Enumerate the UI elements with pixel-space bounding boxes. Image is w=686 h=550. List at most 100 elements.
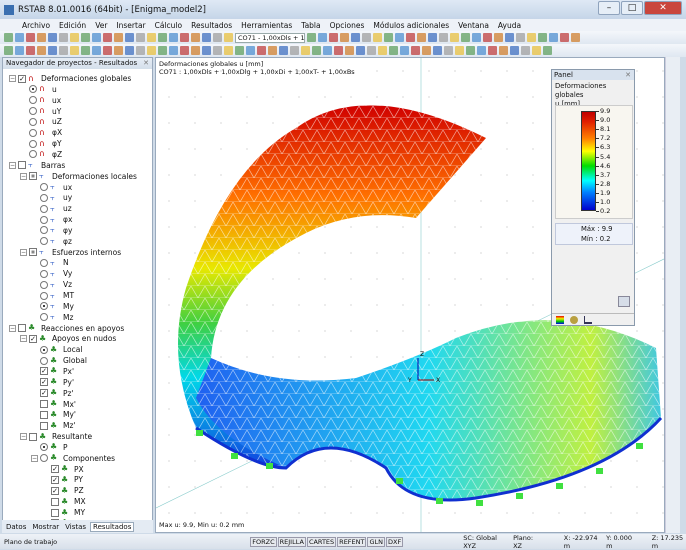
minimize-button[interactable]: –: [598, 1, 620, 15]
menu-9[interactable]: Módulos adicionales: [373, 21, 449, 30]
toolbar-button-icon[interactable]: [224, 46, 233, 55]
menu-4[interactable]: Cálculo: [155, 21, 182, 30]
toolbar-button-icon[interactable]: [428, 33, 437, 42]
color-scale-icon[interactable]: [556, 315, 564, 324]
tree-item[interactable]: − ⫟ Barras: [9, 160, 65, 171]
toolbar-button-icon[interactable]: [301, 46, 310, 55]
radio-button[interactable]: [40, 269, 48, 278]
toolbar-button-icon[interactable]: [59, 33, 68, 42]
menu-6[interactable]: Herramientas: [241, 21, 292, 30]
toolbar-button-icon[interactable]: [538, 33, 547, 42]
toolbar-button-icon[interactable]: [114, 46, 123, 55]
collapse-icon[interactable]: −: [20, 433, 27, 441]
tree-item[interactable]: ♣ MY: [42, 507, 85, 518]
tree-item[interactable]: ♣ Mx': [31, 399, 76, 410]
toolbar-button-icon[interactable]: [422, 46, 431, 55]
tree-item[interactable]: ∩ φZ: [20, 149, 62, 160]
close-button[interactable]: ✕: [644, 1, 682, 15]
toolbar-button-icon[interactable]: [483, 33, 492, 42]
toolbar-button-icon[interactable]: [356, 46, 365, 55]
toolbar-button-icon[interactable]: [466, 46, 475, 55]
checkbox[interactable]: [40, 421, 48, 430]
checkbox[interactable]: ✓: [18, 74, 26, 83]
tree-item[interactable]: ∩ φY: [20, 138, 62, 149]
toolbar-button-icon[interactable]: [351, 33, 360, 42]
radio-button[interactable]: [40, 443, 48, 452]
status-toggle-dxf[interactable]: DXF: [386, 536, 404, 547]
toolbar-button-icon[interactable]: [417, 33, 426, 42]
toolbar-button-icon[interactable]: [433, 46, 442, 55]
collapse-icon[interactable]: −: [9, 324, 16, 332]
toolbar-button-icon[interactable]: [571, 33, 580, 42]
toolbar-button-icon[interactable]: [532, 46, 541, 55]
filter-icon[interactable]: [584, 315, 592, 324]
tree-item[interactable]: ∩ uZ: [20, 116, 62, 127]
toolbar-button-icon[interactable]: [48, 33, 57, 42]
toolbar-button-icon[interactable]: [543, 46, 552, 55]
toolbar-button-icon[interactable]: [307, 33, 316, 42]
magnify-icon[interactable]: [618, 296, 630, 307]
radio-button[interactable]: [40, 345, 48, 354]
collapse-icon[interactable]: −: [9, 161, 16, 169]
toolbar-button-icon[interactable]: [290, 46, 299, 55]
panel-close-button[interactable]: ✕: [625, 70, 631, 80]
toolbar-button-icon[interactable]: [472, 33, 481, 42]
tree-item[interactable]: − ✓ ∩ Deformaciones globales: [9, 73, 131, 84]
tree-item[interactable]: ⫟ uy: [31, 192, 72, 203]
checkbox[interactable]: [29, 172, 37, 181]
tree-item[interactable]: ⫟ Mz: [31, 312, 73, 323]
toolbar-button-icon[interactable]: [213, 33, 222, 42]
toolbar-button-icon[interactable]: [455, 46, 464, 55]
radio-button[interactable]: [29, 139, 37, 148]
toolbar-button-icon[interactable]: [81, 46, 90, 55]
radio-button[interactable]: [40, 280, 48, 289]
tree-item[interactable]: ♣ Local: [31, 344, 82, 355]
toolbar-button-icon[interactable]: [477, 46, 486, 55]
tree-item[interactable]: ♣ Global: [31, 355, 87, 366]
checkbox[interactable]: [29, 432, 37, 441]
checkbox[interactable]: ✓: [40, 389, 48, 398]
tree-item[interactable]: ⫟ φy: [31, 225, 72, 236]
radio-button[interactable]: [40, 237, 48, 246]
tree-item[interactable]: ∩ ux: [20, 95, 61, 106]
toolbar-button-icon[interactable]: [362, 33, 371, 42]
toolbar-button-icon[interactable]: [334, 46, 343, 55]
toolbar-button-icon[interactable]: [444, 46, 453, 55]
toolbar-button-icon[interactable]: [499, 46, 508, 55]
toolbar-button-icon[interactable]: [461, 33, 470, 42]
radio-button[interactable]: [29, 96, 37, 105]
tree-item[interactable]: ♣ My': [31, 409, 76, 420]
checkbox[interactable]: ✓: [40, 367, 48, 376]
collapse-icon[interactable]: −: [20, 172, 27, 180]
toolbar-button-icon[interactable]: [439, 33, 448, 42]
radio-button[interactable]: [40, 215, 48, 224]
tree-item[interactable]: − ⫟ Esfuerzos internos: [20, 247, 121, 258]
radio-button[interactable]: [40, 454, 48, 463]
menu-5[interactable]: Resultados: [191, 21, 232, 30]
toolbar-button-icon[interactable]: [494, 33, 503, 42]
toolbar-button-icon[interactable]: [450, 33, 459, 42]
collapse-icon[interactable]: −: [9, 75, 16, 82]
radio-button[interactable]: [40, 183, 48, 191]
toolbar-button-icon[interactable]: [147, 33, 156, 42]
tree-item[interactable]: ⫟ φx: [31, 214, 72, 225]
checkbox[interactable]: [51, 508, 59, 517]
tree-item[interactable]: − ♣ Resultante: [20, 431, 92, 442]
status-toggle-refent[interactable]: REFENT: [337, 536, 367, 547]
toolbar-button-icon[interactable]: [268, 46, 277, 55]
toolbar-button-icon[interactable]: [169, 46, 178, 55]
radio-button[interactable]: [29, 85, 37, 94]
checkbox[interactable]: [29, 248, 37, 257]
tree-item[interactable]: ✓ ♣ Pz': [31, 388, 74, 399]
toolbar-button-icon[interactable]: [81, 33, 90, 42]
checkbox[interactable]: [18, 161, 26, 170]
toolbar-button-icon[interactable]: [92, 33, 101, 42]
tree-item[interactable]: ⫟ Vy: [31, 268, 72, 279]
toolbar-button-icon[interactable]: [103, 33, 112, 42]
toolbar-button-icon[interactable]: [180, 33, 189, 42]
toolbar-button-icon[interactable]: [257, 46, 266, 55]
tree-item[interactable]: ∩ u: [20, 84, 57, 95]
menu-11[interactable]: Ayuda: [498, 21, 521, 30]
tree-item[interactable]: ⫟ N: [31, 257, 69, 268]
toolbar-button-icon[interactable]: [169, 33, 178, 42]
